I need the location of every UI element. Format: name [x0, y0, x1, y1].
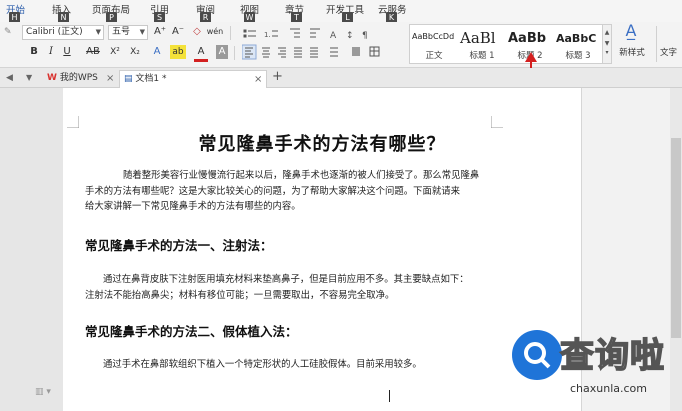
style-heading-3[interactable]: AaBbC 标题 3	[554, 25, 602, 63]
format-painter-icon[interactable]: ✎	[4, 25, 12, 39]
search-icon	[524, 342, 551, 369]
paragraph-tools-icon[interactable]: 1. A ↕ ¶	[242, 26, 402, 64]
section-1-line-1: 通过在鼻背皮肤下注射医用填充材料来垫高鼻子，但是目前应用不多。其主要缺点如下：	[103, 274, 469, 285]
intro-line-3: 给大家讲解一下常见隆鼻手术的方法有哪些的内容。	[85, 201, 301, 212]
style-gallery: AaBbCcDd 正文 AaBl 标题 1 AaBb 标题 2 AaBbC 标题…	[409, 24, 603, 64]
grow-font-button[interactable]: A⁺	[152, 25, 168, 39]
separator	[656, 26, 657, 62]
clear-format-button[interactable]: ◇	[190, 25, 204, 39]
site-watermark: 查询啦 chaxunla.com	[506, 322, 682, 411]
bold-button[interactable]: B	[28, 45, 40, 59]
text-cursor	[389, 390, 390, 402]
section-heading-2: 常见隆鼻手术的方法二、假体植入法：	[85, 324, 298, 339]
text-tools-button[interactable]: 文字	[660, 46, 682, 60]
document-page[interactable]: 常见隆鼻手术的方法有哪些？ 随着整形美容行业慢慢流行起来以后，隆鼻手术也逐渐的被…	[63, 88, 581, 411]
margin-corner-mark	[67, 116, 79, 128]
close-icon[interactable]: ×	[254, 72, 262, 88]
tab-document-1-label: 文档1 *	[135, 74, 167, 84]
chevron-down-icon[interactable]: ▼	[603, 40, 611, 47]
highlight-button[interactable]: ab	[170, 45, 186, 59]
close-icon[interactable]: ×	[106, 71, 114, 87]
chevron-down-icon: ▼	[139, 28, 145, 36]
style-heading-1[interactable]: AaBl 标题 1	[458, 25, 506, 63]
svg-text:1.: 1.	[264, 31, 271, 39]
style-normal-preview: AaBbCcDd	[412, 32, 455, 41]
watermark-text: 查询啦	[559, 335, 665, 377]
tab-my-wps-label: 我的WPS	[59, 73, 98, 83]
separator	[234, 46, 235, 60]
style-normal-label: 正文	[425, 51, 443, 61]
scrollbar-thumb[interactable]	[671, 138, 681, 338]
document-icon: ▤	[124, 74, 133, 84]
separator	[230, 26, 231, 40]
svg-text:↕: ↕	[346, 31, 354, 41]
font-size-value: 五号	[112, 27, 131, 37]
style-normal[interactable]: AaBbCcDd 正文	[410, 25, 458, 63]
section-2-line-1: 通过手术在鼻部软组织下植入一个特定形状的人工硅胶假体。目前采用较多。	[103, 359, 422, 370]
margin-corner-mark	[491, 116, 503, 128]
intro-line-2: 手术的方法有哪些呢？这是大家比较关心的问题，为了帮助大家解决这个问题。下面就请来	[85, 185, 461, 197]
section-1-line-2: 注射法不能抬高鼻尖；材料有移位可能；一旦需要取出，不容易完全取净。	[85, 289, 395, 301]
new-style-icon[interactable]: A̲	[616, 23, 646, 39]
text-effect-button[interactable]: A	[150, 45, 164, 59]
new-style-button[interactable]: 新样式	[612, 46, 652, 60]
gallery-scroll-arrows[interactable]: ▲ ▼ ▾	[603, 24, 612, 64]
font-name-select[interactable]: Calibri (正文) ▼	[22, 25, 104, 40]
watermark-url: chaxunla.com	[570, 382, 647, 395]
section-heading-1: 常见隆鼻手术的方法一、注射法：	[85, 238, 273, 253]
char-shading-button[interactable]: A	[216, 45, 228, 59]
strikethrough-button[interactable]: AB	[84, 45, 102, 59]
pinyin-guide-button[interactable]: wén	[206, 25, 224, 39]
tab-my-wps[interactable]: W 我的WPS ×	[44, 70, 118, 88]
style-heading-3-preview: AaBbC	[556, 32, 597, 45]
underline-button[interactable]: U	[60, 45, 74, 59]
new-tab-button[interactable]: +	[272, 70, 283, 84]
italic-button[interactable]: I	[45, 45, 57, 59]
intro-line-1: 随着整形美容行业慢慢流行起来以后，隆鼻手术也逐渐的被人们接受了。那么常见隆鼻	[123, 170, 480, 181]
chevron-down-icon[interactable]: ▼	[26, 71, 32, 85]
document-tab-bar: ◀ ▼ W 我的WPS × ▤ 文档1 * × +	[0, 68, 682, 88]
style-heading-1-label: 标题 1	[469, 51, 495, 61]
chevron-up-icon[interactable]: ▲	[603, 29, 611, 36]
wps-menu-icon[interactable]: ◀	[6, 71, 13, 85]
menu-bar: 开始 H 插入 N 页面布局 P 引用 S 审阅 R 视图 W 章节 T 开发工…	[0, 0, 682, 23]
font-size-select[interactable]: 五号 ▼	[108, 25, 148, 40]
document-title: 常见隆鼻手术的方法有哪些？	[198, 134, 446, 155]
page-view-icon[interactable]: ▥ ▾	[35, 387, 51, 397]
style-heading-3-label: 标题 3	[565, 51, 591, 61]
style-heading-1-preview: AaBl	[460, 29, 496, 47]
wps-logo-icon: W	[47, 73, 57, 83]
superscript-button[interactable]: X²	[106, 45, 124, 59]
svg-text:¶: ¶	[362, 31, 368, 41]
font-name-value: Calibri (正文)	[26, 27, 83, 37]
shrink-font-button[interactable]: A⁻	[170, 25, 186, 39]
style-heading-2-preview: AaBb	[508, 31, 547, 46]
tab-document-1[interactable]: ▤ 文档1 * ×	[119, 70, 267, 88]
chevron-down-icon: ▼	[95, 28, 101, 36]
svg-text:A: A	[330, 31, 337, 41]
font-color-button[interactable]: A	[194, 45, 208, 62]
subscript-button[interactable]: X₂	[126, 45, 144, 59]
expand-icon[interactable]: ▾	[603, 49, 611, 56]
